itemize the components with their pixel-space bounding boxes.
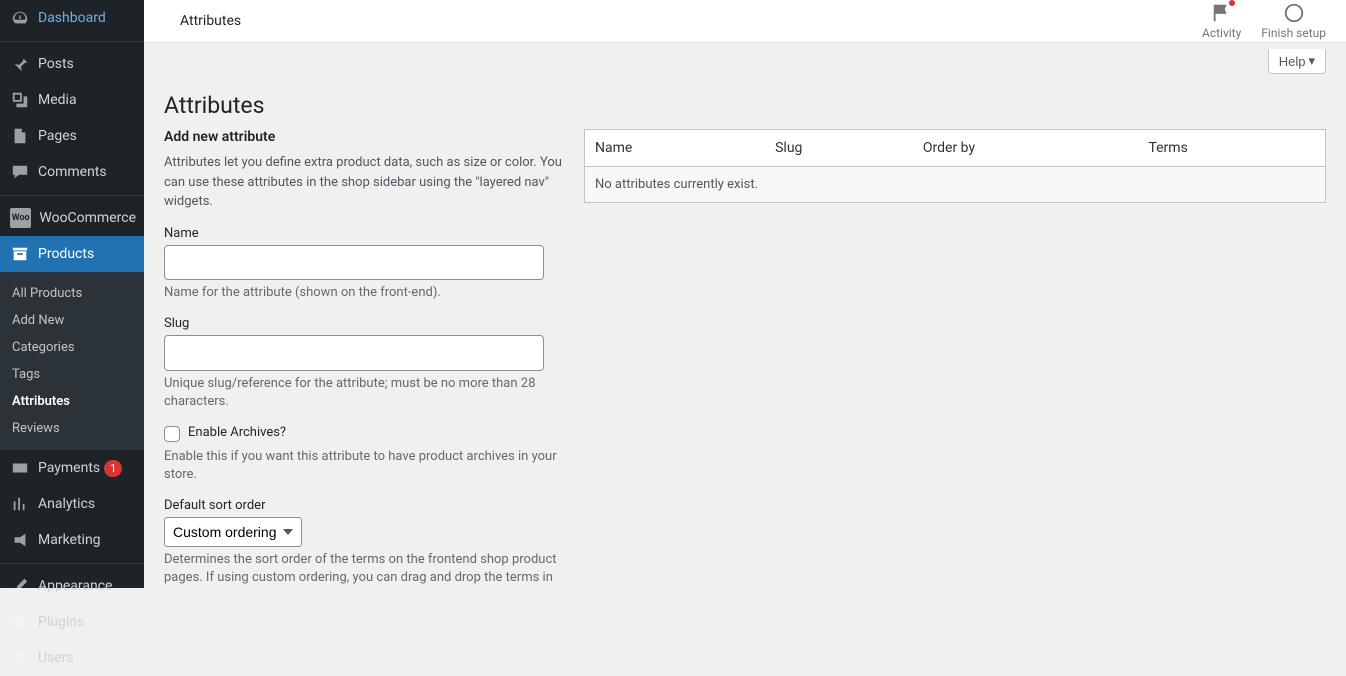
- sidebar-item-users[interactable]: Users: [0, 640, 144, 676]
- finish-label: Finish setup: [1261, 26, 1326, 40]
- col-terms[interactable]: Terms: [1138, 130, 1325, 167]
- sort-hint: Determines the sort order of the terms o…: [164, 551, 564, 588]
- sidebar-item-analytics[interactable]: Analytics: [0, 486, 144, 522]
- media-icon: [10, 90, 30, 110]
- col-slug[interactable]: Slug: [765, 130, 913, 167]
- sidebar-item-posts[interactable]: Posts: [0, 46, 144, 82]
- sidebar-item-label: Payments: [38, 460, 100, 476]
- add-attribute-form: Add new attribute Attributes let you def…: [164, 129, 564, 588]
- admin-sidebar: Dashboard Posts Media Pages Comments Woo…: [0, 0, 144, 588]
- products-submenu: All Products Add New Categories Tags Att…: [0, 272, 144, 450]
- dashboard-icon: [10, 8, 30, 28]
- sidebar-item-media[interactable]: Media: [0, 82, 144, 118]
- circle-icon: [1283, 2, 1305, 24]
- sidebar-item-pages[interactable]: Pages: [0, 118, 144, 154]
- sidebar-item-label: Pages: [38, 128, 77, 144]
- sidebar-item-label: Users: [38, 650, 74, 666]
- enable-archives-checkbox[interactable]: [164, 426, 180, 442]
- sidebar-item-label: Dashboard: [38, 10, 106, 26]
- breadcrumb: Attributes: [164, 13, 241, 29]
- woo-icon: Woo: [10, 208, 31, 228]
- sidebar-item-marketing[interactable]: Marketing: [0, 522, 144, 558]
- payments-badge: 1: [104, 460, 122, 477]
- topbar: Attributes Activity Finish setup: [144, 0, 1346, 43]
- slug-input[interactable]: [164, 335, 544, 370]
- activity-label: Activity: [1202, 26, 1241, 40]
- sidebar-item-label: Products: [38, 246, 94, 262]
- page-title: Attributes: [164, 74, 1326, 129]
- sidebar-item-label: WooCommerce: [39, 210, 136, 226]
- flag-icon: [1211, 2, 1233, 24]
- submenu-add-new[interactable]: Add New: [0, 307, 144, 334]
- sidebar-item-label: Posts: [38, 56, 74, 72]
- archive-icon: [10, 244, 30, 264]
- col-orderby[interactable]: Order by: [913, 130, 1139, 167]
- name-hint: Name for the attribute (shown on the fro…: [164, 284, 564, 302]
- submenu-categories[interactable]: Categories: [0, 334, 144, 361]
- empty-row: No attributes currently exist.: [585, 167, 1326, 203]
- users-icon: [10, 648, 30, 668]
- activity-button[interactable]: Activity: [1202, 2, 1241, 40]
- name-input[interactable]: [164, 245, 544, 280]
- sidebar-item-dashboard[interactable]: Dashboard: [0, 0, 144, 36]
- finish-setup-button[interactable]: Finish setup: [1261, 2, 1326, 40]
- name-label: Name: [164, 226, 564, 241]
- submenu-tags[interactable]: Tags: [0, 361, 144, 388]
- sidebar-item-label: Marketing: [38, 532, 101, 548]
- sidebar-item-label: Analytics: [38, 496, 95, 512]
- archives-hint: Enable this if you want this attribute t…: [164, 448, 564, 484]
- chart-icon: [10, 494, 30, 514]
- sidebar-item-payments[interactable]: Payments1: [0, 450, 144, 486]
- sidebar-item-products[interactable]: Products: [0, 236, 144, 272]
- sidebar-item-plugins[interactable]: Plugins: [0, 604, 144, 640]
- section-heading: Add new attribute: [164, 129, 564, 145]
- sidebar-item-comments[interactable]: Comments: [0, 154, 144, 190]
- sidebar-item-appearance[interactable]: Appearance: [0, 568, 144, 604]
- sidebar-item-label: Media: [38, 92, 77, 108]
- help-tab[interactable]: Help▾: [1268, 49, 1326, 74]
- sidebar-item-label: Plugins: [38, 614, 84, 630]
- section-description: Attributes let you define extra product …: [164, 153, 564, 212]
- pin-icon: [10, 54, 30, 74]
- comment-icon: [10, 162, 30, 182]
- submenu-attributes[interactable]: Attributes: [0, 388, 144, 415]
- sort-label: Default sort order: [164, 498, 564, 513]
- slug-hint: Unique slug/reference for the attribute;…: [164, 375, 564, 411]
- sidebar-item-label: Appearance: [38, 578, 112, 594]
- submenu-reviews[interactable]: Reviews: [0, 415, 144, 442]
- sidebar-item-woocommerce[interactable]: Woo WooCommerce: [0, 200, 144, 236]
- megaphone-icon: [10, 530, 30, 550]
- col-name[interactable]: Name: [585, 130, 766, 167]
- sidebar-item-label: Comments: [38, 164, 107, 180]
- submenu-all-products[interactable]: All Products: [0, 280, 144, 307]
- slug-label: Slug: [164, 316, 564, 331]
- payments-icon: [10, 458, 30, 478]
- sort-order-select[interactable]: Custom ordering: [164, 517, 302, 547]
- archives-label: Enable Archives?: [188, 425, 286, 440]
- page-icon: [10, 126, 30, 146]
- attributes-table: Name Slug Order by Terms No attributes c…: [584, 129, 1326, 203]
- chevron-down-icon: ▾: [1308, 53, 1315, 69]
- brush-icon: [10, 576, 30, 596]
- notification-dot: [1229, 0, 1235, 6]
- plug-icon: [10, 612, 30, 632]
